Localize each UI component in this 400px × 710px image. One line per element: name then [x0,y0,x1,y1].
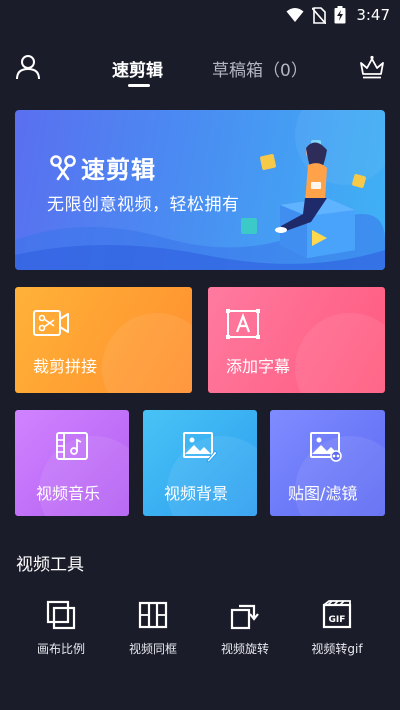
canvas-ratio-icon [46,600,76,630]
user-icon[interactable] [15,54,41,80]
rotate-icon [230,604,259,630]
tool-canvas-ratio[interactable]: 画布比例 [16,600,106,657]
wifi-icon [286,8,304,22]
image-filter-icon [310,432,342,462]
image-brush-icon [183,432,217,462]
tool-video-to-gif[interactable]: GIF 视频转gif [292,600,382,657]
scissors-video-icon [33,310,69,336]
tab-drafts[interactable]: 草稿箱（0） [212,56,308,81]
tool-rotate[interactable]: 视频旋转 [200,600,290,657]
active-tab-indicator [128,84,150,87]
card-decor [102,313,192,393]
no-sim-icon [312,6,327,24]
text-frame-icon [226,309,260,339]
status-bar: 3:47 [0,0,400,30]
banner-slogan: 无限创意视频，轻松拥有 [47,195,240,215]
banner-brand-name: 速剪辑 [81,156,156,184]
video-music-label: 视频音乐 [36,484,101,503]
tool-split-frame[interactable]: 视频同框 [108,600,198,657]
promo-banner[interactable]: 速剪辑 无限创意视频，轻松拥有 [15,110,385,270]
video-background-label: 视频背景 [164,484,229,503]
video-background-card[interactable]: 视频背景 [143,410,257,516]
tab-drafts-label: 草稿箱（0） [212,61,308,81]
card-decor [295,313,385,393]
status-time: 3:47 [356,6,390,24]
banner-brand: 速剪辑 [49,150,156,185]
sticker-filter-card[interactable]: 贴图/滤镜 [270,410,385,516]
crown-vip-icon[interactable] [358,54,386,80]
cut-merge-card[interactable]: 裁剪拼接 [15,287,192,393]
top-nav: 速剪辑 草稿箱（0） [0,46,400,90]
cut-merge-label: 裁剪拼接 [33,357,98,376]
tool-split-frame-label: 视频同框 [128,642,177,656]
tab-quick-edit-label: 速剪辑 [112,61,163,81]
tool-canvas-ratio-label: 画布比例 [36,642,85,656]
sticker-filter-label: 贴图/滤镜 [288,484,358,503]
add-subtitle-label: 添加字幕 [226,357,291,376]
scissors-logo-icon [50,154,76,180]
battery-charging-icon [334,6,346,24]
split-frame-icon [138,601,168,629]
gif-icon: GIF [322,600,352,629]
tool-rotate-label: 视频旋转 [220,642,269,656]
add-subtitle-card[interactable]: 添加字幕 [208,287,385,393]
video-tools-row: 画布比例 视频同框 视频旋转 GIF 视频转gif [0,600,400,670]
tab-quick-edit[interactable]: 速剪辑 [112,56,163,87]
video-tools-title: 视频工具 [16,555,84,575]
video-music-card[interactable]: 视频音乐 [15,410,129,516]
svg-text:GIF: GIF [329,615,346,625]
film-music-icon [56,432,88,460]
tool-video-to-gif-label: 视频转gif [311,642,363,656]
